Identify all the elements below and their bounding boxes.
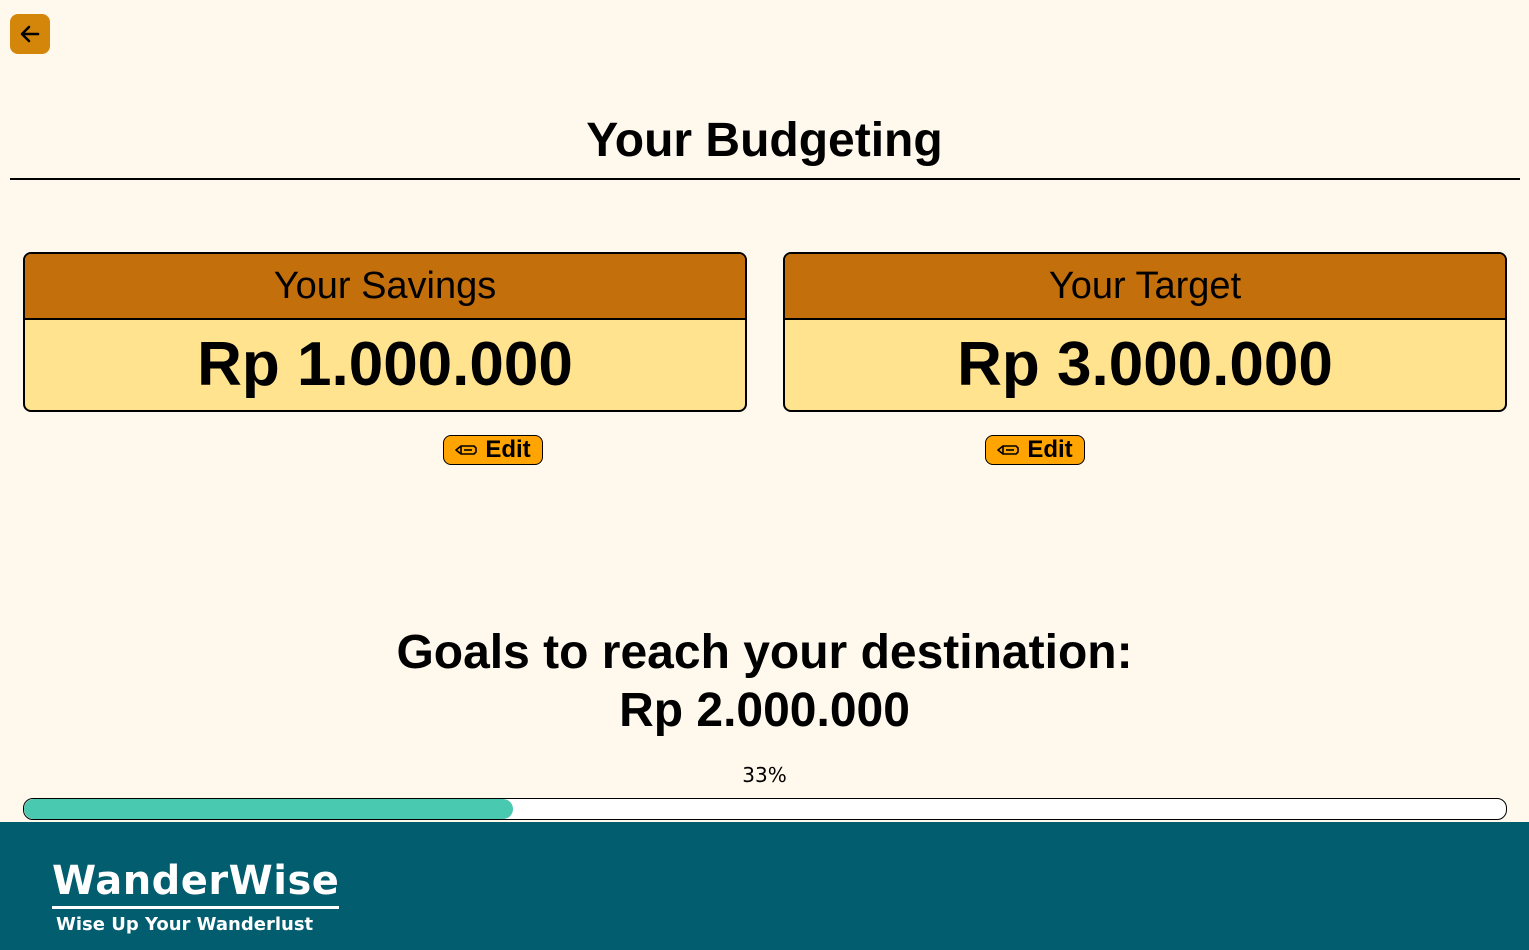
footer: WanderWise Wise Up Your Wanderlust	[0, 822, 1529, 950]
arrow-left-icon	[20, 25, 40, 43]
goal-heading: Goals to reach your destination:	[396, 626, 1133, 679]
goal-section: Goals to reach your destination: Rp 2.00…	[0, 624, 1529, 740]
edit-savings-label: Edit	[485, 436, 531, 463]
pencil-icon	[455, 445, 478, 455]
target-card-label: Your Target	[785, 254, 1505, 320]
brand-logo[interactable]: WanderWise	[52, 856, 340, 909]
progress-percent: 33%	[742, 763, 787, 787]
target-amount: Rp 3.000.000	[957, 330, 1333, 399]
pencil-icon	[997, 445, 1020, 455]
savings-amount: Rp 1.000.000	[197, 330, 573, 399]
page-title: Your Budgeting	[586, 114, 943, 167]
savings-card: Your Savings Rp 1.000.000	[23, 252, 747, 412]
edit-savings-button[interactable]: Edit	[443, 435, 543, 465]
edit-target-label: Edit	[1027, 436, 1073, 463]
target-card: Your Target Rp 3.000.000	[783, 252, 1507, 412]
title-divider	[10, 178, 1520, 180]
back-button[interactable]	[10, 14, 50, 54]
goal-amount: Rp 2.000.000	[619, 684, 910, 737]
brand-tagline: Wise Up Your Wanderlust	[56, 914, 314, 935]
progress-bar	[23, 798, 1507, 820]
edit-target-button[interactable]: Edit	[985, 435, 1085, 465]
progress-fill	[24, 799, 514, 819]
savings-card-label: Your Savings	[25, 254, 745, 320]
